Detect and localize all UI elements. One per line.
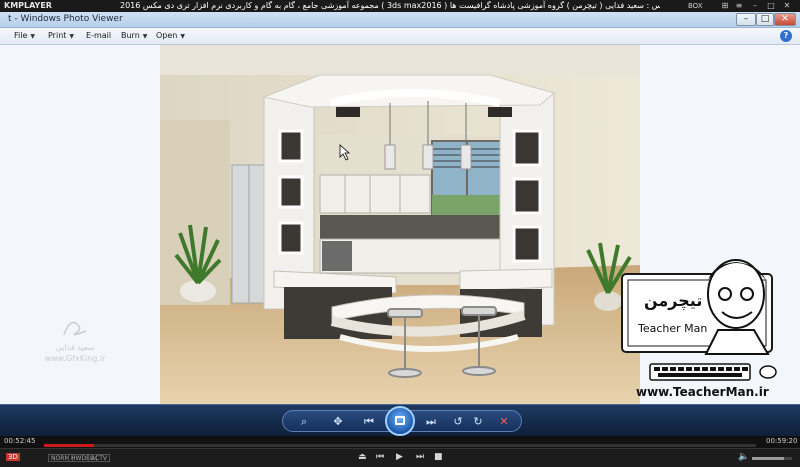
menu-bar: File ▼ Print ▼ E-mail Burn ▼ Open ▼ ? bbox=[0, 28, 800, 45]
volume-slider[interactable] bbox=[752, 457, 792, 460]
3d-icon[interactable]: 3D bbox=[6, 453, 20, 461]
eject-icon[interactable]: ⏏ bbox=[358, 452, 367, 462]
watermark-site: www.GfxKing.ir bbox=[44, 354, 106, 363]
teacherman-caricature-logo: تیچرمن Teacher Man bbox=[621, 259, 777, 381]
seek-bar-progress bbox=[44, 444, 94, 447]
teacherman-name-text: Teacher Man bbox=[637, 322, 707, 335]
play-icon[interactable]: ▶ bbox=[396, 452, 403, 462]
volume-level bbox=[752, 457, 784, 460]
menu-file[interactable]: File ▼ bbox=[14, 31, 35, 40]
next-icon[interactable]: ⏭ bbox=[421, 415, 441, 429]
chevron-down-icon: ▼ bbox=[180, 33, 185, 40]
chevron-down-icon: ▼ bbox=[142, 33, 148, 40]
seek-bar[interactable] bbox=[44, 444, 756, 447]
kitchen-render-illustration bbox=[160, 45, 640, 404]
actv-tag[interactable]: ACTV bbox=[88, 454, 110, 462]
maximize-button[interactable]: □ bbox=[756, 13, 774, 26]
stop-icon[interactable]: ■ bbox=[434, 452, 443, 462]
video-title: مجموعه آموزشی جامع ، گام به گام و کاربرد… bbox=[120, 1, 660, 10]
kmplayer-title-bar: KMPLAYER مجموعه آموزشی جامع ، گام به گام… bbox=[0, 0, 800, 12]
menu-burn[interactable]: Burn ▼ bbox=[121, 31, 147, 40]
teacherman-site: www.TeacherMan.ir bbox=[636, 385, 769, 399]
menu-email[interactable]: E-mail bbox=[86, 31, 111, 40]
kmplayer-logo: KMPLAYER bbox=[4, 1, 52, 10]
slideshow-button[interactable] bbox=[385, 406, 415, 436]
menu-open[interactable]: Open ▼ bbox=[156, 31, 185, 40]
chevron-down-icon: ▼ bbox=[69, 33, 75, 40]
chevron-down-icon: ▼ bbox=[30, 33, 36, 40]
box-menu-label[interactable]: BOX bbox=[688, 0, 703, 12]
elapsed-time: 00:52:45 bbox=[4, 437, 36, 445]
previous-track-icon[interactable]: ⏮ bbox=[376, 452, 384, 462]
actual-size-icon[interactable]: ✥ bbox=[329, 415, 347, 429]
close-icon[interactable]: ✕ bbox=[782, 1, 792, 11]
photo-viewer-toolbar: ⌕ ✥ ⏮ ⏭ ↺ ↻ ✕ bbox=[0, 404, 800, 436]
minimize-icon[interactable]: – bbox=[750, 1, 760, 11]
maximize-icon[interactable]: □ bbox=[766, 1, 776, 11]
window-title: t - Windows Photo Viewer bbox=[8, 14, 123, 24]
slideshow-icon bbox=[395, 416, 405, 425]
delete-icon[interactable]: ✕ bbox=[495, 415, 513, 429]
settings-icon[interactable]: ≡ bbox=[734, 1, 744, 11]
help-icon[interactable]: ? bbox=[780, 30, 792, 42]
teacherman-watermark: تیچرمن Teacher Man bbox=[618, 250, 800, 407]
rotate-clockwise-icon[interactable]: ↻ bbox=[469, 415, 487, 429]
player-controls: 3D NORM HWDEC ACTV ⏏ ⏮ ▶ ⏭ ■ 🔈 bbox=[0, 448, 800, 467]
kitchen-render-image bbox=[160, 45, 640, 404]
volume-icon[interactable]: 🔈 bbox=[738, 452, 749, 462]
previous-icon[interactable]: ⏮ bbox=[359, 415, 379, 429]
minimize-button[interactable]: – bbox=[736, 13, 756, 26]
teacherman-brand-text: تیچرمن bbox=[644, 291, 702, 311]
watermark-author: سعید فدایی bbox=[55, 343, 95, 352]
watermark-left: سعید فدایی www.GfxKing.ir bbox=[30, 315, 120, 363]
zoom-icon[interactable]: ⌕ bbox=[295, 415, 313, 429]
rotate-counterclockwise-icon[interactable]: ↺ bbox=[449, 415, 467, 429]
signature-logo bbox=[63, 321, 87, 336]
seek-bar-area: 00:52:45 00:59:20 bbox=[0, 436, 800, 448]
photo-viewer-title-bar: t - Windows Photo Viewer – □ ✕ bbox=[0, 12, 800, 28]
close-button[interactable]: ✕ bbox=[774, 13, 796, 26]
pin-icon[interactable]: ⊞ bbox=[720, 1, 730, 11]
menu-print[interactable]: Print ▼ bbox=[48, 31, 74, 40]
total-time: 00:59:20 bbox=[766, 437, 798, 445]
next-track-icon[interactable]: ⏭ bbox=[416, 452, 424, 462]
